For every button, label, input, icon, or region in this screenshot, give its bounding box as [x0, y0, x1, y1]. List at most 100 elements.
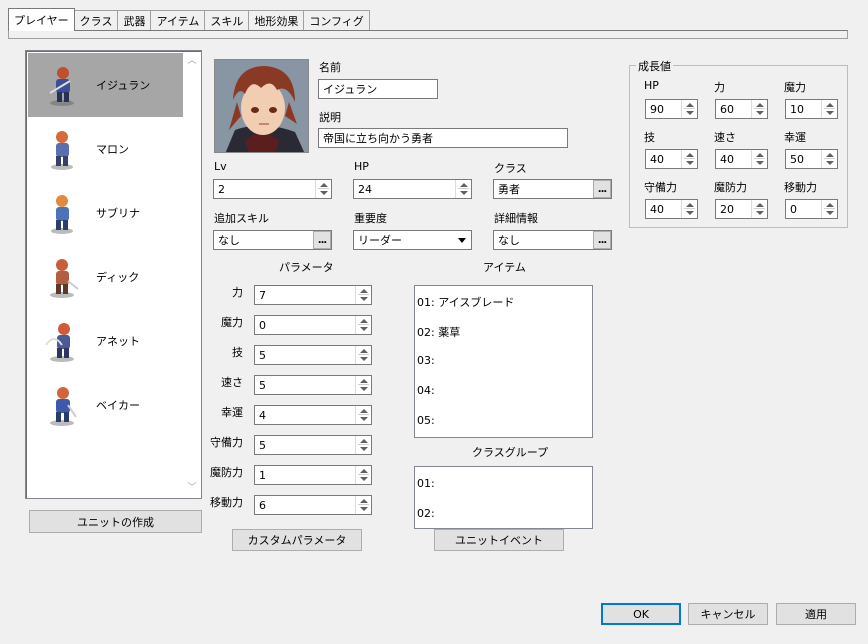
growth-stepper[interactable]: 20: [715, 199, 768, 219]
growth-stepper[interactable]: 90: [645, 99, 698, 119]
unit-list-item[interactable]: マロン: [28, 117, 183, 181]
class-group-slot[interactable]: 01:: [417, 477, 435, 490]
name-label: 名前: [319, 61, 341, 74]
class-browse-button[interactable]: ...: [593, 180, 611, 198]
item-slot[interactable]: 05:: [417, 414, 435, 427]
tab-item[interactable]: アイテム: [150, 10, 206, 31]
param-stepper[interactable]: 5: [254, 435, 372, 455]
unit-name: イジュラン: [96, 79, 151, 92]
param-stepper[interactable]: 7: [254, 285, 372, 305]
item-slot[interactable]: 03:: [417, 354, 435, 367]
spin-arrows-icon[interactable]: [751, 150, 767, 168]
class-group-slot[interactable]: 02:: [417, 507, 435, 520]
tab-player[interactable]: プレイヤー: [8, 8, 75, 31]
param-stepper[interactable]: 4: [254, 405, 372, 425]
parameters-title: パラメータ: [279, 261, 334, 274]
item-list[interactable]: 01: アイスブレード 02: 薬草 03: 04: 05:: [414, 285, 593, 438]
class-field[interactable]: 勇者 ...: [493, 179, 612, 199]
growth-stepper[interactable]: 50: [785, 149, 838, 169]
tab-config[interactable]: コンフィグ: [303, 10, 370, 31]
growth-value: 60: [720, 102, 734, 116]
custom-parameters-button[interactable]: カスタムパラメータ: [232, 529, 362, 551]
item-slot[interactable]: 01: アイスブレード: [417, 294, 514, 310]
unit-list-item[interactable]: サブリナ: [28, 181, 183, 245]
spin-arrows-icon[interactable]: [455, 180, 471, 198]
unit-name: サブリナ: [96, 207, 140, 220]
param-stepper[interactable]: 5: [254, 375, 372, 395]
create-unit-button[interactable]: ユニットの作成: [29, 510, 202, 533]
growth-label: 力: [714, 81, 725, 94]
lv-stepper[interactable]: 2: [213, 179, 332, 199]
tab-class[interactable]: クラス: [73, 10, 119, 31]
scroll-up-icon[interactable]: ︿: [187, 57, 197, 66]
param-stepper[interactable]: 6: [254, 495, 372, 515]
spin-arrows-icon[interactable]: [355, 376, 371, 394]
growth-stepper[interactable]: 40: [715, 149, 768, 169]
tab-weapon[interactable]: 武器: [117, 10, 152, 31]
spin-arrows-icon[interactable]: [751, 200, 767, 218]
spin-arrows-icon[interactable]: [821, 150, 837, 168]
growth-title: 成長値: [636, 58, 673, 74]
spin-arrows-icon[interactable]: [355, 466, 371, 484]
tab-skill[interactable]: スキル: [204, 10, 250, 31]
spin-arrows-icon[interactable]: [355, 286, 371, 304]
param-stepper[interactable]: 0: [254, 315, 372, 335]
param-value: 7: [259, 288, 266, 302]
item-slot[interactable]: 04:: [417, 384, 435, 397]
unit-list-scrollbar[interactable]: ︿ ﹀: [184, 52, 200, 497]
spin-arrows-icon[interactable]: [315, 180, 331, 198]
item-slot[interactable]: 02: 薬草: [417, 324, 460, 340]
spin-arrows-icon[interactable]: [751, 100, 767, 118]
growth-stepper[interactable]: 0: [785, 199, 838, 219]
apply-button[interactable]: 適用: [776, 603, 856, 625]
description-field[interactable]: 帝国に立ち向かう勇者: [318, 128, 568, 148]
spin-arrows-icon[interactable]: [355, 436, 371, 454]
name-field[interactable]: イジュラン: [318, 79, 438, 99]
spin-arrows-icon[interactable]: [355, 346, 371, 364]
spin-arrows-icon[interactable]: [355, 496, 371, 514]
spin-arrows-icon[interactable]: [821, 200, 837, 218]
ok-button[interactable]: OK: [601, 603, 681, 625]
spin-arrows-icon[interactable]: [355, 406, 371, 424]
hp-stepper[interactable]: 24: [353, 179, 472, 199]
importance-select[interactable]: リーダー: [353, 230, 472, 250]
extra-skill-field[interactable]: なし ...: [213, 230, 332, 250]
scroll-down-icon[interactable]: ﹀: [187, 484, 197, 493]
cancel-button[interactable]: キャンセル: [688, 603, 768, 625]
param-stepper[interactable]: 5: [254, 345, 372, 365]
spin-arrows-icon[interactable]: [355, 316, 371, 334]
detail-browse-button[interactable]: ...: [593, 231, 611, 249]
growth-stepper[interactable]: 10: [785, 99, 838, 119]
unit-event-button[interactable]: ユニットイベント: [434, 529, 564, 551]
param-label: 魔力: [221, 316, 243, 329]
description-label: 説明: [319, 111, 341, 124]
unit-sprite-icon: [42, 191, 82, 235]
unit-sprite-icon: [42, 63, 82, 107]
growth-value: 50: [790, 152, 804, 166]
growth-label: 速さ: [714, 131, 736, 144]
param-label: 守備力: [210, 436, 243, 449]
spin-arrows-icon[interactable]: [681, 100, 697, 118]
param-value: 4: [259, 408, 266, 422]
growth-stepper[interactable]: 60: [715, 99, 768, 119]
growth-label: 魔力: [784, 81, 806, 94]
growth-value: 40: [650, 202, 664, 216]
unit-list[interactable]: イジュラン マロン サブリナ ディック アネット ベイカー ︿ ﹀: [25, 50, 202, 499]
unit-list-item[interactable]: イジュラン: [28, 53, 183, 117]
skill-browse-button[interactable]: ...: [313, 231, 331, 249]
growth-stepper[interactable]: 40: [645, 199, 698, 219]
growth-stepper[interactable]: 40: [645, 149, 698, 169]
class-group-list[interactable]: 01: 02:: [414, 466, 593, 529]
chevron-down-icon[interactable]: [453, 231, 471, 249]
class-group-title: クラスグループ: [472, 446, 549, 459]
spin-arrows-icon[interactable]: [821, 100, 837, 118]
spin-arrows-icon[interactable]: [681, 150, 697, 168]
class-value: 勇者: [498, 183, 520, 196]
param-stepper[interactable]: 1: [254, 465, 372, 485]
detail-info-field[interactable]: なし ...: [493, 230, 612, 250]
spin-arrows-icon[interactable]: [681, 200, 697, 218]
param-value: 0: [259, 318, 266, 332]
extra-skill-label: 追加スキル: [214, 212, 269, 225]
unit-sprite-icon: [42, 127, 82, 171]
tab-terrain[interactable]: 地形効果: [248, 10, 305, 31]
